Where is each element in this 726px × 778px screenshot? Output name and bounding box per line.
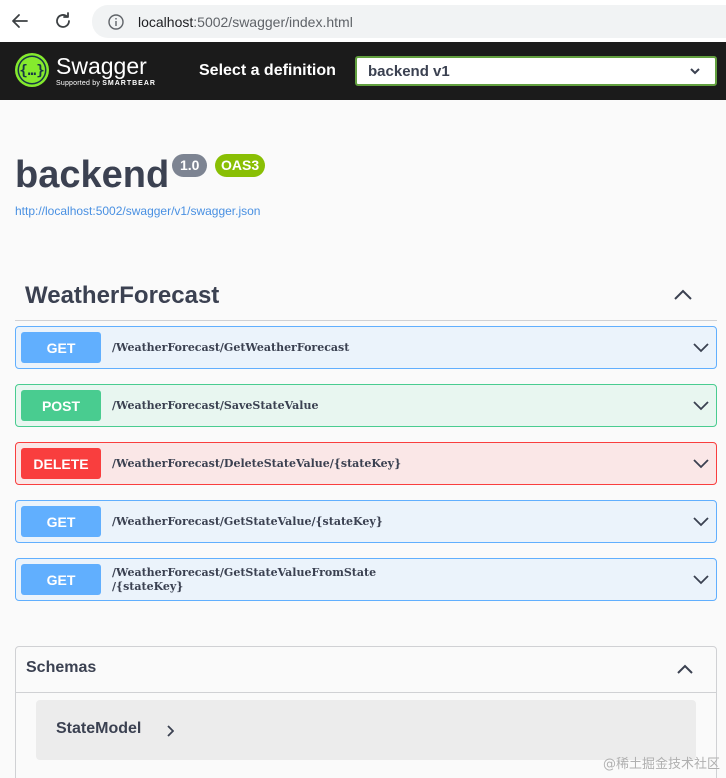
site-info-icon[interactable] (108, 13, 124, 30)
operation-get-statevalue[interactable]: GET /WeatherForecast/GetStateValue/{stat… (15, 500, 717, 543)
swagger-logo-icon: {…} (15, 53, 49, 87)
browser-toolbar: localhost:5002/swagger/index.html (0, 0, 726, 42)
chevron-down-icon[interactable] (693, 515, 709, 527)
method-badge: GET (21, 564, 101, 595)
method-badge: POST (21, 390, 101, 421)
logo-subtitle: Supported by SMARTBEAR (56, 80, 156, 87)
method-badge: GET (21, 506, 101, 537)
model-name: StateModel (56, 720, 142, 737)
operation-path: /WeatherForecast/GetStateValue/{stateKey… (112, 514, 383, 528)
chevron-up-icon[interactable] (676, 663, 694, 675)
definition-select-value: backend v1 (368, 62, 450, 80)
schema-model-statemodel[interactable]: StateModel (36, 700, 696, 760)
oas-badge: OAS3 (215, 154, 266, 177)
operation-delete-statevalue[interactable]: DELETE /WeatherForecast/DeleteStateValue… (15, 442, 717, 485)
method-badge: DELETE (21, 448, 101, 479)
chevron-down-icon[interactable] (693, 341, 709, 353)
chevron-down-icon[interactable] (693, 573, 709, 585)
back-arrow-icon[interactable] (8, 9, 32, 33)
chevron-down-icon[interactable] (693, 457, 709, 469)
version-badge: 1.0 (172, 154, 208, 177)
definition-label: Select a definition (199, 62, 336, 79)
svg-text:{…}: {…} (19, 63, 44, 79)
chevron-up-icon[interactable] (673, 288, 693, 302)
operation-path: /WeatherForecast/GetWeatherForecast (112, 340, 350, 354)
tag-weatherforecast-header[interactable]: WeatherForecast (15, 276, 717, 321)
operation-path: /WeatherForecast/GetStateValueFromState /… (112, 565, 377, 593)
schemas-header[interactable]: Schemas (16, 647, 716, 693)
chevron-down-icon (690, 68, 700, 75)
swagger-logo[interactable]: {…} Swagger Supported by SMARTBEAR (14, 52, 156, 89)
method-badge: GET (21, 332, 101, 363)
url-text: localhost:5002/swagger/index.html (138, 14, 353, 30)
chevron-right-icon[interactable] (166, 725, 174, 737)
reload-icon[interactable] (51, 9, 75, 33)
tag-title: WeatherForecast (25, 282, 220, 309)
operation-path: /WeatherForecast/DeleteStateValue/{state… (112, 456, 402, 470)
operation-get-weatherforecast[interactable]: GET /WeatherForecast/GetWeatherForecast (15, 326, 717, 369)
spec-url-link[interactable]: http://localhost:5002/swagger/v1/swagger… (15, 204, 260, 218)
watermark: @稀土掘金技术社区 (602, 757, 720, 772)
url-path: :5002/swagger/index.html (193, 13, 353, 30)
address-bar[interactable]: localhost:5002/swagger/index.html (92, 5, 726, 38)
operation-path: /WeatherForecast/SaveStateValue (112, 398, 319, 412)
chevron-down-icon[interactable] (693, 399, 709, 411)
schemas-title: Schemas (26, 659, 97, 676)
url-host: localhost (138, 13, 194, 30)
operation-post-savestatevalue[interactable]: POST /WeatherForecast/SaveStateValue (15, 384, 717, 427)
operation-get-statevaluefromstate[interactable]: GET /WeatherForecast/GetStateValueFromSt… (15, 558, 717, 601)
definition-select[interactable]: backend v1 (355, 56, 717, 86)
logo-title: Swagger (56, 53, 147, 79)
api-title: backend (15, 154, 170, 196)
